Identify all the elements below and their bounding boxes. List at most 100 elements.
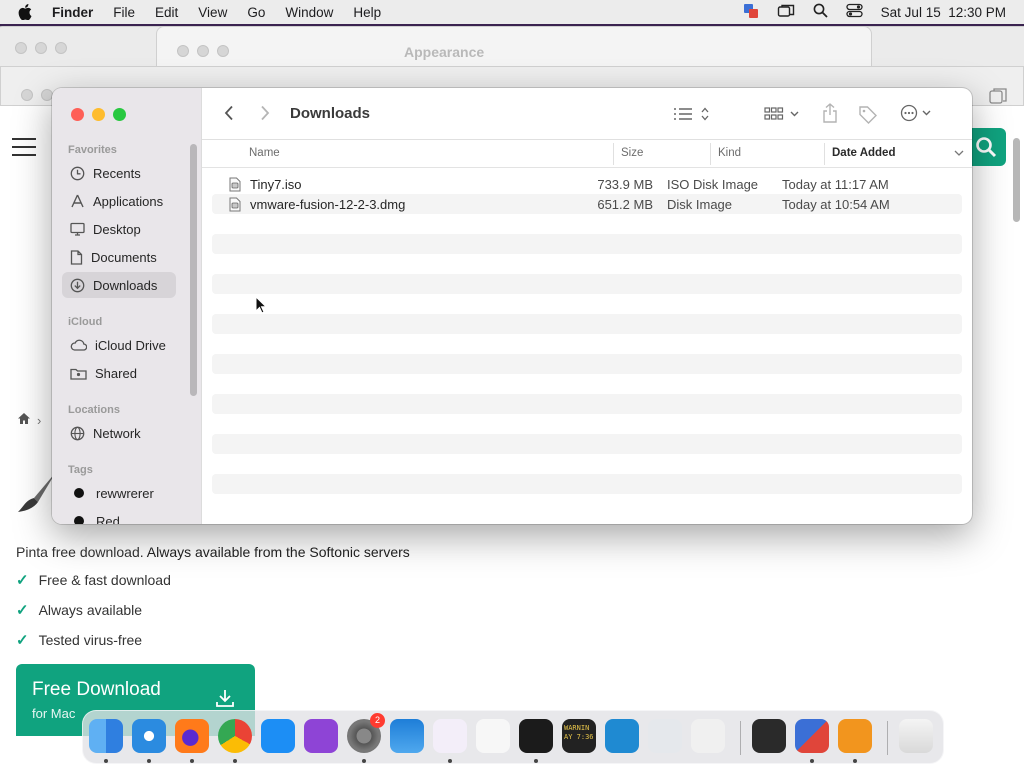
view-options-button[interactable] bbox=[674, 106, 712, 122]
console-dock-icon[interactable]: WARNIN AY 7:36 bbox=[562, 719, 596, 753]
download-button-label: Free Download bbox=[32, 679, 161, 700]
visual-studio-dock-icon[interactable] bbox=[433, 719, 467, 763]
sidebar-item-label: Documents bbox=[91, 249, 157, 265]
clock-icon bbox=[70, 166, 85, 180]
hamburger-menu-icon[interactable] bbox=[12, 138, 36, 162]
file-date-added: Today at 10:54 AM bbox=[782, 197, 890, 212]
sidebar-tag-rewwrerer[interactable]: rewwrerer bbox=[62, 480, 176, 506]
finder-window: Favorites Recents Applications Desktop D… bbox=[52, 88, 972, 524]
sidebar-item-label: Red bbox=[96, 513, 120, 525]
preview-dock-icon[interactable] bbox=[648, 719, 682, 753]
page-scrollbar[interactable] bbox=[1013, 138, 1020, 222]
sidebar-item-network[interactable]: Network bbox=[62, 420, 176, 446]
site-search-button[interactable] bbox=[966, 128, 1006, 166]
firefox-dock-icon[interactable] bbox=[175, 719, 209, 763]
sidebar-item-label: rewwrerer bbox=[96, 485, 154, 501]
screen-mirroring-icon[interactable] bbox=[777, 3, 795, 22]
vmware-status-icon[interactable] bbox=[743, 3, 759, 22]
sidebar-section-tags: Tags bbox=[68, 464, 93, 476]
running-indicator bbox=[147, 759, 151, 763]
feature-item: ✓ Tested virus-free bbox=[16, 631, 142, 649]
close-button[interactable] bbox=[71, 108, 84, 121]
spotlight-search-icon[interactable] bbox=[813, 3, 828, 21]
applications-icon bbox=[71, 194, 84, 207]
sidebar-scrollbar[interactable] bbox=[190, 144, 197, 396]
checkmark-icon: ✓ bbox=[16, 602, 29, 619]
column-divider[interactable] bbox=[824, 143, 825, 165]
finder-dock-icon[interactable] bbox=[89, 719, 123, 763]
file-row[interactable]: vmware-fusion-12-2-3.dmg 651.2 MB Disk Ima… bbox=[212, 194, 962, 214]
menu-app-name[interactable]: Finder bbox=[36, 5, 103, 20]
sidebar-item-shared[interactable]: Shared bbox=[62, 360, 176, 386]
running-indicator bbox=[362, 759, 366, 763]
chevron-right-icon bbox=[261, 105, 270, 121]
column-header-name[interactable]: Name bbox=[249, 147, 280, 159]
vmware-fusion-dock-icon[interactable] bbox=[795, 719, 829, 763]
disk-image-file-icon bbox=[229, 197, 241, 215]
cloud-icon bbox=[70, 339, 87, 351]
menubar-clock[interactable]: Sat Jul 15 12:30 PM bbox=[881, 5, 1006, 20]
file-row[interactable]: Tiny7.iso 733.9 MB ISO Disk Image Today at … bbox=[212, 174, 962, 194]
apple-menu-icon[interactable] bbox=[0, 4, 36, 20]
books-dock-icon[interactable] bbox=[838, 719, 872, 763]
terminal-dock-icon[interactable] bbox=[519, 719, 553, 763]
sidebar-item-documents[interactable]: Documents bbox=[62, 244, 176, 270]
finder-sidebar: Favorites Recents Applications Desktop D… bbox=[52, 88, 202, 524]
podcasts-dock-icon[interactable] bbox=[304, 719, 338, 753]
sidebar-tag-red[interactable]: Red bbox=[62, 508, 176, 524]
empty-row bbox=[212, 234, 962, 254]
sidebar-item-downloads[interactable]: Downloads bbox=[62, 272, 176, 298]
chrome-dock-icon[interactable] bbox=[218, 719, 252, 763]
app-store-dock-icon[interactable] bbox=[261, 719, 295, 753]
sort-chevron-icon[interactable] bbox=[954, 148, 964, 160]
dock: 2 WARNIN AY 7:36 bbox=[82, 710, 944, 764]
settings-window-traffic-lights bbox=[177, 45, 229, 57]
calculator-dock-icon[interactable] bbox=[752, 719, 786, 753]
empty-row bbox=[212, 314, 962, 334]
group-by-button[interactable] bbox=[764, 106, 800, 122]
zoom-button[interactable] bbox=[113, 108, 126, 121]
minimize-button[interactable] bbox=[92, 108, 105, 121]
vscode-dock-icon[interactable] bbox=[605, 719, 639, 753]
column-header-size[interactable]: Size bbox=[621, 147, 643, 159]
window-title: Downloads bbox=[290, 105, 371, 122]
more-actions-button[interactable] bbox=[900, 104, 936, 122]
sidebar-item-icloud-drive[interactable]: iCloud Drive bbox=[62, 332, 176, 358]
system-preferences-dock-icon[interactable]: 2 bbox=[347, 713, 385, 763]
sidebar-section-icloud: iCloud bbox=[68, 316, 103, 328]
sidebar-item-label: Desktop bbox=[93, 221, 141, 237]
breadcrumb-separator-icon: › bbox=[37, 412, 42, 428]
menu-help[interactable]: Help bbox=[343, 5, 391, 20]
back-button[interactable] bbox=[224, 105, 234, 121]
feature-item: ✓ Free & fast download bbox=[16, 571, 171, 589]
weather-dock-icon[interactable] bbox=[390, 719, 424, 753]
column-header-kind[interactable]: Kind bbox=[718, 147, 741, 159]
trash-dock-icon[interactable] bbox=[899, 719, 933, 753]
menu-window[interactable]: Window bbox=[275, 5, 343, 20]
sidebar-item-label: Shared bbox=[95, 365, 137, 381]
sidebar-item-desktop[interactable]: Desktop bbox=[62, 216, 176, 242]
dock-separator bbox=[740, 721, 741, 755]
tabs-overview-icon[interactable] bbox=[989, 87, 1007, 108]
settings-window-title: Appearance bbox=[404, 44, 485, 60]
home-icon[interactable] bbox=[17, 412, 31, 428]
column-divider[interactable] bbox=[710, 143, 711, 165]
file-name: vmware-fusion-12-2-3.dmg bbox=[250, 197, 406, 212]
menu-go[interactable]: Go bbox=[237, 5, 275, 20]
control-center-icon[interactable] bbox=[846, 3, 863, 21]
menu-view[interactable]: View bbox=[188, 5, 237, 20]
sidebar-item-recents[interactable]: Recents bbox=[62, 160, 176, 186]
safari-dock-icon[interactable] bbox=[132, 719, 166, 763]
share-button[interactable] bbox=[822, 103, 838, 123]
textedit-dock-icon[interactable] bbox=[476, 719, 510, 753]
tags-button[interactable] bbox=[858, 104, 878, 124]
file-kind: ISO Disk Image bbox=[667, 177, 759, 192]
column-divider[interactable] bbox=[613, 143, 614, 165]
launchpad-dock-icon[interactable] bbox=[691, 719, 725, 753]
forward-button[interactable] bbox=[260, 105, 270, 121]
menu-file[interactable]: File bbox=[103, 5, 145, 20]
sidebar-item-applications[interactable]: Applications bbox=[62, 188, 176, 214]
menu-edit[interactable]: Edit bbox=[145, 5, 188, 20]
column-header-date-added[interactable]: Date Added bbox=[832, 147, 895, 159]
browser-traffic-lights bbox=[21, 89, 53, 101]
